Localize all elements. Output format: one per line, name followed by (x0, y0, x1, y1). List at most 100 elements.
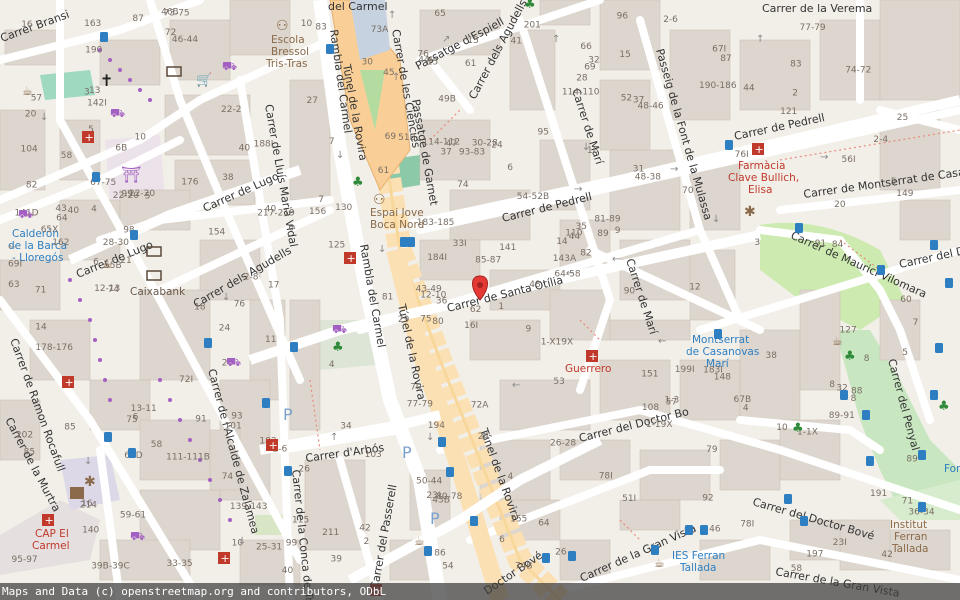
house-number: 51B (398, 133, 416, 143)
house-number: 92 (702, 494, 713, 504)
house-number: 40 (68, 206, 80, 216)
svg-text:↓: ↓ (222, 292, 230, 303)
house-number: 7 (913, 318, 919, 328)
house-number: 190-186 (699, 81, 737, 91)
house-number: 183I (703, 366, 723, 376)
poi-label: IES Ferran (672, 550, 725, 562)
svg-text:↑: ↑ (392, 72, 400, 83)
house-number: 37 (440, 148, 451, 158)
house-number: 197 (806, 549, 823, 559)
svg-text:♣: ♣ (938, 399, 950, 414)
house-number: 191 (870, 489, 887, 499)
house-number: 1 (498, 302, 504, 312)
house-number: 49B (438, 95, 456, 105)
house-number: 194 (428, 421, 445, 431)
poi-label: Caixabank (130, 286, 186, 298)
house-number: 36 (436, 296, 448, 306)
house-number: 8 (864, 354, 870, 364)
bus-stop-icon (930, 390, 938, 400)
house-number: 5 (891, 177, 897, 187)
svg-text:↓: ↓ (712, 214, 720, 225)
house-number: 91 (195, 415, 206, 425)
house-number: 54 (442, 562, 454, 572)
house-number: 89-91 (829, 411, 855, 421)
svg-text:✱: ✱ (744, 204, 756, 220)
house-number: 10 (301, 19, 313, 29)
house-number: 26-28 (550, 439, 576, 449)
poi-label: de Casanovas (686, 346, 759, 358)
house-number: 90 (624, 286, 636, 296)
house-number: 72 (165, 28, 176, 38)
house-number: 74-72 (845, 66, 871, 76)
svg-text:⛟: ⛟ (130, 529, 145, 543)
house-number: 15 (467, 36, 478, 46)
house-number: 2-4 (873, 135, 888, 145)
house-number: 121 (780, 107, 797, 117)
svg-text:+: + (221, 552, 230, 565)
poi-label: Elisa (748, 184, 772, 196)
house-number: 28 (576, 74, 588, 84)
house-number: 48-38 (635, 173, 661, 183)
svg-text:↑: ↑ (330, 432, 338, 443)
map-view[interactable]: del Carmel Carrer de la Verema Carrer Br… (0, 0, 960, 600)
house-number: 33-35 (167, 559, 193, 569)
house-number: 74B (515, 561, 533, 571)
attribution-text[interactable]: Maps and Data (c) openstreetmap.org and … (2, 585, 386, 598)
poi-label: Ferran (894, 531, 927, 543)
house-number: 108 (642, 403, 659, 413)
house-number: 80 (432, 317, 444, 327)
poi-label: Tallada (891, 543, 928, 555)
house-number: 67B (734, 395, 752, 405)
svg-text:P: P (430, 509, 440, 528)
house-number: 70 (410, 383, 422, 393)
bus-stop-icon (700, 525, 708, 535)
house-number: 21 (120, 256, 131, 266)
shop-icon: 🛒 (196, 72, 212, 88)
svg-text:←: ← (566, 268, 574, 279)
house-number: 163 (84, 19, 101, 29)
house-number: 51I (622, 494, 636, 504)
house-number: 61 (378, 166, 389, 176)
house-number: 2-6 (663, 15, 678, 25)
pharmacy-icon: + (266, 439, 278, 452)
map-canvas[interactable]: del Carmel Carrer de la Verema Carrer Br… (0, 0, 960, 600)
library-icon (70, 487, 84, 499)
pharmacy-icon: + (42, 514, 54, 527)
house-number: 9 (615, 226, 621, 236)
bus-stop-icon (918, 450, 926, 460)
svg-text:⛟: ⛟ (226, 355, 241, 369)
house-number: 103 (365, 450, 382, 460)
house-number: 50-44 (416, 477, 442, 487)
svg-text:↗: ↗ (442, 34, 450, 45)
bus-stop-icon (685, 525, 693, 535)
house-number: 178-176 (35, 343, 73, 353)
house-number: 14 (556, 237, 568, 247)
svg-text:♣: ♣ (332, 340, 344, 355)
svg-text:P: P (283, 405, 293, 424)
house-number: 48 (529, 280, 541, 290)
bus-stop-icon (800, 516, 808, 526)
house-number: 38 (222, 173, 234, 183)
house-number: 76 (234, 299, 246, 309)
house-number: 13-11 (131, 404, 157, 414)
pharmacy-icon: + (82, 131, 94, 144)
house-number: 40 (239, 144, 251, 154)
pharmacy-icon: + (752, 143, 764, 156)
svg-text:☕: ☕ (654, 556, 665, 570)
house-number: 78I (599, 472, 613, 482)
house-number: 40 (282, 566, 294, 576)
cafe-icon: ☕ (22, 84, 33, 98)
svg-text:←: ← (512, 380, 520, 391)
house-number: 70 (682, 186, 694, 196)
svg-text:+: + (269, 439, 278, 452)
house-number: 69 (584, 63, 596, 73)
house-number: 81-89 (594, 215, 620, 225)
poi-label: CAP El (35, 528, 69, 540)
bus-stop-icon (866, 456, 874, 466)
house-number: 10 (776, 423, 788, 433)
house-number: 154 (208, 227, 225, 237)
cafe-icon: ☕ (832, 334, 843, 348)
poi-label: Espai Jove (370, 207, 424, 219)
bus-stop-icon (877, 265, 885, 275)
cafe-icon: ☕ (654, 556, 665, 570)
